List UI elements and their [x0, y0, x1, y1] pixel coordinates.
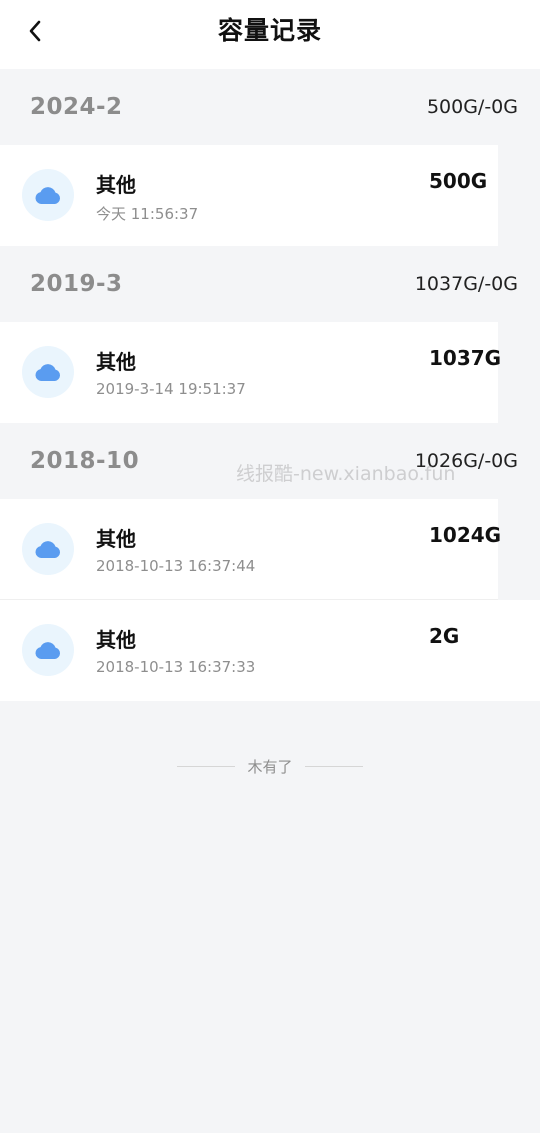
- record-amount: 1024G: [429, 523, 502, 547]
- cloud-icon: [35, 187, 61, 204]
- group-month: 2018-10: [30, 448, 140, 474]
- record-time: 2018-10-13 16:37:33: [96, 658, 256, 676]
- group-summary: 1026G/-0G: [414, 450, 518, 472]
- cloud-icon: [35, 642, 61, 659]
- record-name: 其他: [96, 173, 136, 197]
- record-name: 其他: [96, 527, 136, 551]
- record-item[interactable]: 其他 2018-10-13 16:37:44 1024G: [0, 499, 502, 600]
- group-header-2018-10: 2018-10 1026G/-0G: [0, 423, 540, 499]
- record-amount: 1037G: [429, 346, 502, 370]
- end-text: 木有了: [247, 758, 293, 776]
- group-header-2019-3: 2019-3 1037G/-0G: [0, 246, 540, 322]
- record-amount: 2G: [429, 624, 460, 648]
- record-time: 2019-3-14 19:51:37: [96, 380, 246, 398]
- group-month: 2024-2: [30, 94, 123, 120]
- record-item[interactable]: 其他 今天 11:56:37 500G: [0, 145, 498, 246]
- group-header-2024-2: 2024-2 500G/-0G: [0, 69, 540, 145]
- record-name: 其他: [96, 350, 136, 374]
- record-item[interactable]: 其他 2019-3-14 19:51:37 1037G: [0, 322, 502, 423]
- cloud-icon-badge: [22, 346, 74, 398]
- page-title: 容量记录: [217, 15, 322, 45]
- record-name: 其他: [96, 628, 136, 652]
- end-line-left: [177, 766, 236, 767]
- end-line-right: [304, 766, 363, 767]
- record-amount: 500G: [429, 169, 488, 193]
- back-button[interactable]: [18, 14, 52, 48]
- list-end-indicator: 木有了: [0, 756, 540, 777]
- group-month: 2019-3: [30, 271, 123, 297]
- cloud-icon-badge: [22, 169, 74, 221]
- record-time: 今天 11:56:37: [96, 205, 199, 223]
- chevron-left-icon: [29, 20, 41, 42]
- group-summary: 1037G/-0G: [414, 273, 518, 295]
- cloud-icon: [35, 364, 61, 381]
- cloud-icon: [35, 541, 61, 558]
- top-bar: 容量记录: [0, 0, 540, 69]
- cloud-icon-badge: [22, 624, 74, 676]
- record-time: 2018-10-13 16:37:44: [96, 557, 256, 575]
- cloud-icon-badge: [22, 523, 74, 575]
- group-summary: 500G/-0G: [426, 96, 518, 118]
- record-item[interactable]: 其他 2018-10-13 16:37:33 2G: [0, 600, 540, 701]
